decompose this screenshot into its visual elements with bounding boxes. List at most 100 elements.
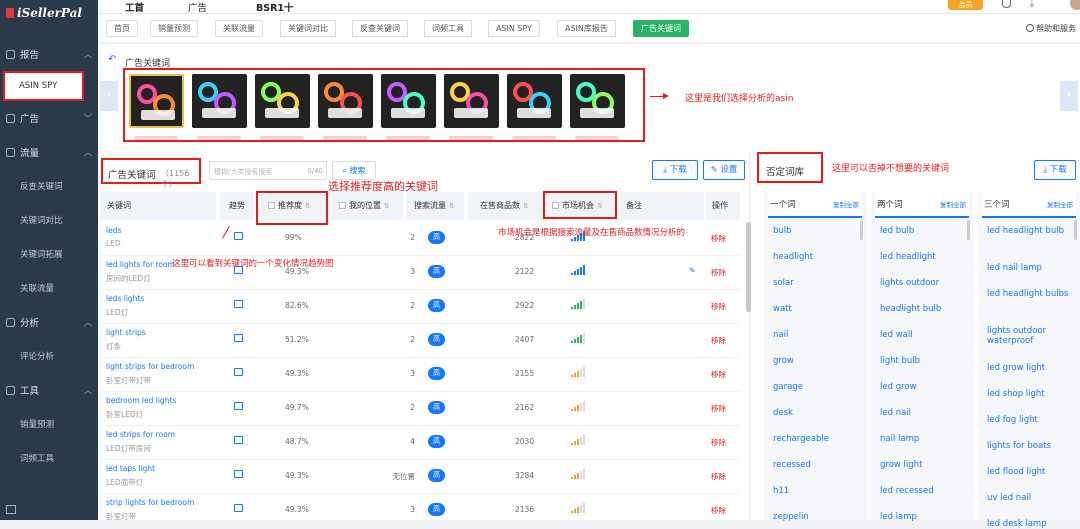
sidebar-item-reverse-keyword[interactable]: 反查关键词	[0, 169, 98, 203]
negative-word[interactable]: lights outdoor	[880, 278, 974, 288]
negative-word[interactable]: garage	[773, 382, 867, 392]
nav-tab-asin-report[interactable]: ASIN库报告	[557, 20, 616, 37]
col-source[interactable]: 搜索流量 ⇅	[406, 192, 464, 220]
negative-word[interactable]: headlight bulb	[880, 304, 974, 314]
sort-icon[interactable]: ⇅	[449, 202, 455, 210]
sidebar-section-tools[interactable]: 工具 ︿	[0, 373, 98, 407]
sidebar-section-analysis[interactable]: 分析 ︿	[0, 305, 98, 339]
negative-word[interactable]: led grow light	[987, 363, 1080, 373]
top-tab-bsr[interactable]: BSR1十	[256, 0, 294, 14]
negative-word[interactable]: zeppelin	[773, 512, 867, 522]
negative-word[interactable]: led wall	[880, 330, 974, 340]
negative-word[interactable]: grow light	[880, 460, 974, 470]
trend-chart-icon[interactable]	[234, 470, 243, 478]
trend-chart-icon[interactable]	[234, 368, 243, 376]
product-thumbnail[interactable]	[318, 74, 373, 128]
nav-tab-home[interactable]: 首页	[106, 20, 138, 37]
negative-word[interactable]: lights for boats	[987, 441, 1080, 451]
trend-chart-icon[interactable]	[234, 334, 243, 342]
negative-word[interactable]: led headlight bulbs	[987, 289, 1080, 299]
sidebar-item-keyword-expand[interactable]: 关键词拓展	[0, 237, 98, 271]
keyword-search-input[interactable]: 模糊/大类搜索搜索 0/40	[209, 161, 327, 180]
negative-word[interactable]: led recessed	[880, 486, 974, 496]
remove-link[interactable]: 移除	[711, 267, 726, 278]
nav-tab-keyword-compare[interactable]: 关键词对比	[280, 20, 336, 37]
negative-word[interactable]: led lamp	[880, 512, 974, 522]
top-tab-ads[interactable]: 广告	[188, 0, 207, 14]
keyword-link[interactable]: led lights for room	[106, 260, 175, 269]
remove-link[interactable]: 移除	[711, 403, 726, 414]
position-checkbox[interactable]	[339, 202, 346, 209]
negative-word[interactable]: led flood light	[987, 467, 1080, 477]
keyword-link[interactable]: bedroom led lights	[106, 396, 176, 405]
carousel-prev-icon[interactable]: ‹	[100, 81, 118, 111]
carousel-next-icon[interactable]: ›	[1060, 81, 1078, 111]
negative-word[interactable]: led headlight	[880, 252, 974, 262]
nav-tab-asin-spy[interactable]: ASIN SPY	[488, 20, 541, 37]
remove-link[interactable]: 移除	[711, 369, 726, 380]
sidebar-item-keyword-compare[interactable]: 关键词对比	[0, 203, 98, 237]
sidebar-section-ads[interactable]: 广告 ﹀	[0, 101, 98, 135]
negative-word[interactable]: nail lamp	[880, 434, 974, 444]
product-thumbnail[interactable]	[381, 74, 436, 128]
product-thumbnail[interactable]	[507, 74, 562, 128]
remove-link[interactable]: 移除	[711, 471, 726, 482]
settings-button[interactable]: ✎ 设置	[703, 160, 745, 180]
nav-tab-related-traffic[interactable]: 关联流量	[215, 20, 263, 37]
remove-link[interactable]: 移除	[711, 505, 726, 516]
nav-tab-ad-keywords[interactable]: 广告关键词	[633, 20, 689, 37]
negative-word[interactable]: led nail lamp	[987, 263, 1080, 273]
trend-chart-icon[interactable]	[234, 436, 243, 444]
help-link[interactable]: 帮助和服务	[1026, 23, 1076, 34]
negative-word[interactable]: light bulb	[880, 356, 974, 366]
copy-all-link[interactable]: 复制全部	[833, 192, 859, 218]
remove-link[interactable]: 移除	[711, 233, 726, 244]
keyword-link[interactable]: led taps light	[106, 464, 155, 473]
negative-word[interactable]: headlight	[773, 252, 867, 262]
nav-tab-word-freq[interactable]: 词频工具	[424, 20, 472, 37]
keyword-link[interactable]: light strips for bedroom	[106, 362, 194, 371]
keyword-link[interactable]: leds	[106, 226, 121, 235]
copy-all-link[interactable]: 复制全部	[1047, 192, 1073, 218]
negative-word[interactable]: led shop light	[987, 389, 1080, 399]
remove-link[interactable]: 移除	[711, 301, 726, 312]
keyword-link[interactable]: light strips	[106, 328, 146, 337]
sidebar-item-sales-forecast[interactable]: 销量预测	[0, 407, 98, 441]
negative-word[interactable]: led headlight bulb	[987, 226, 1080, 236]
negative-word[interactable]: lights outdoor waterproof	[987, 326, 1080, 346]
keyword-link[interactable]: led strips for room	[106, 430, 175, 439]
trend-chart-icon[interactable]	[234, 504, 243, 512]
edit-note-icon[interactable]: ✎	[689, 266, 696, 275]
nav-tab-reverse-keyword[interactable]: 反查关键词	[352, 20, 408, 37]
negative-word[interactable]: led nail	[880, 408, 974, 418]
sidebar-item-related-traffic[interactable]: 关联流量	[0, 271, 98, 305]
negative-word[interactable]: bulb	[773, 226, 867, 236]
brand-logo[interactable]: iSellerPal	[0, 0, 98, 26]
sidebar-item-word-freq[interactable]: 词频工具	[0, 441, 98, 475]
nav-tab-sales-forecast[interactable]: 销量预测	[150, 20, 198, 37]
product-thumbnail[interactable]	[192, 74, 247, 128]
negative-word[interactable]: nail	[773, 330, 867, 340]
sidebar-section-traffic[interactable]: 流量 ︿	[0, 135, 98, 169]
negative-word[interactable]: solar	[773, 278, 867, 288]
negative-word[interactable]: led bulb	[880, 226, 974, 236]
keyword-link[interactable]: leds lights	[106, 294, 144, 303]
negative-word[interactable]: grow	[773, 356, 867, 366]
download-icon[interactable]: ⤓	[1030, 0, 1034, 9]
remove-link[interactable]: 移除	[711, 437, 726, 448]
bell-icon[interactable]	[1002, 0, 1011, 8]
sidebar-section-report[interactable]: 报告 ︿	[0, 37, 98, 71]
negative-word[interactable]: watt	[773, 304, 867, 314]
download-button[interactable]: ⤓ 下载	[652, 160, 698, 180]
back-arrow-icon[interactable]: ↶	[108, 54, 116, 65]
negative-word[interactable]: uv led nail	[987, 493, 1080, 503]
collapse-sidebar-icon[interactable]	[6, 505, 16, 514]
trend-chart-icon[interactable]	[234, 232, 243, 240]
negative-word[interactable]: led fog light	[987, 415, 1080, 425]
col-count[interactable]: 在售商品数 ⇅	[468, 192, 544, 220]
copy-all-link[interactable]: 复制全部	[940, 192, 966, 218]
col-position[interactable]: 我的位置 ⇅	[331, 192, 403, 220]
trend-chart-icon[interactable]	[234, 300, 243, 308]
trend-chart-icon[interactable]	[234, 402, 243, 410]
product-thumbnail[interactable]	[129, 74, 184, 128]
